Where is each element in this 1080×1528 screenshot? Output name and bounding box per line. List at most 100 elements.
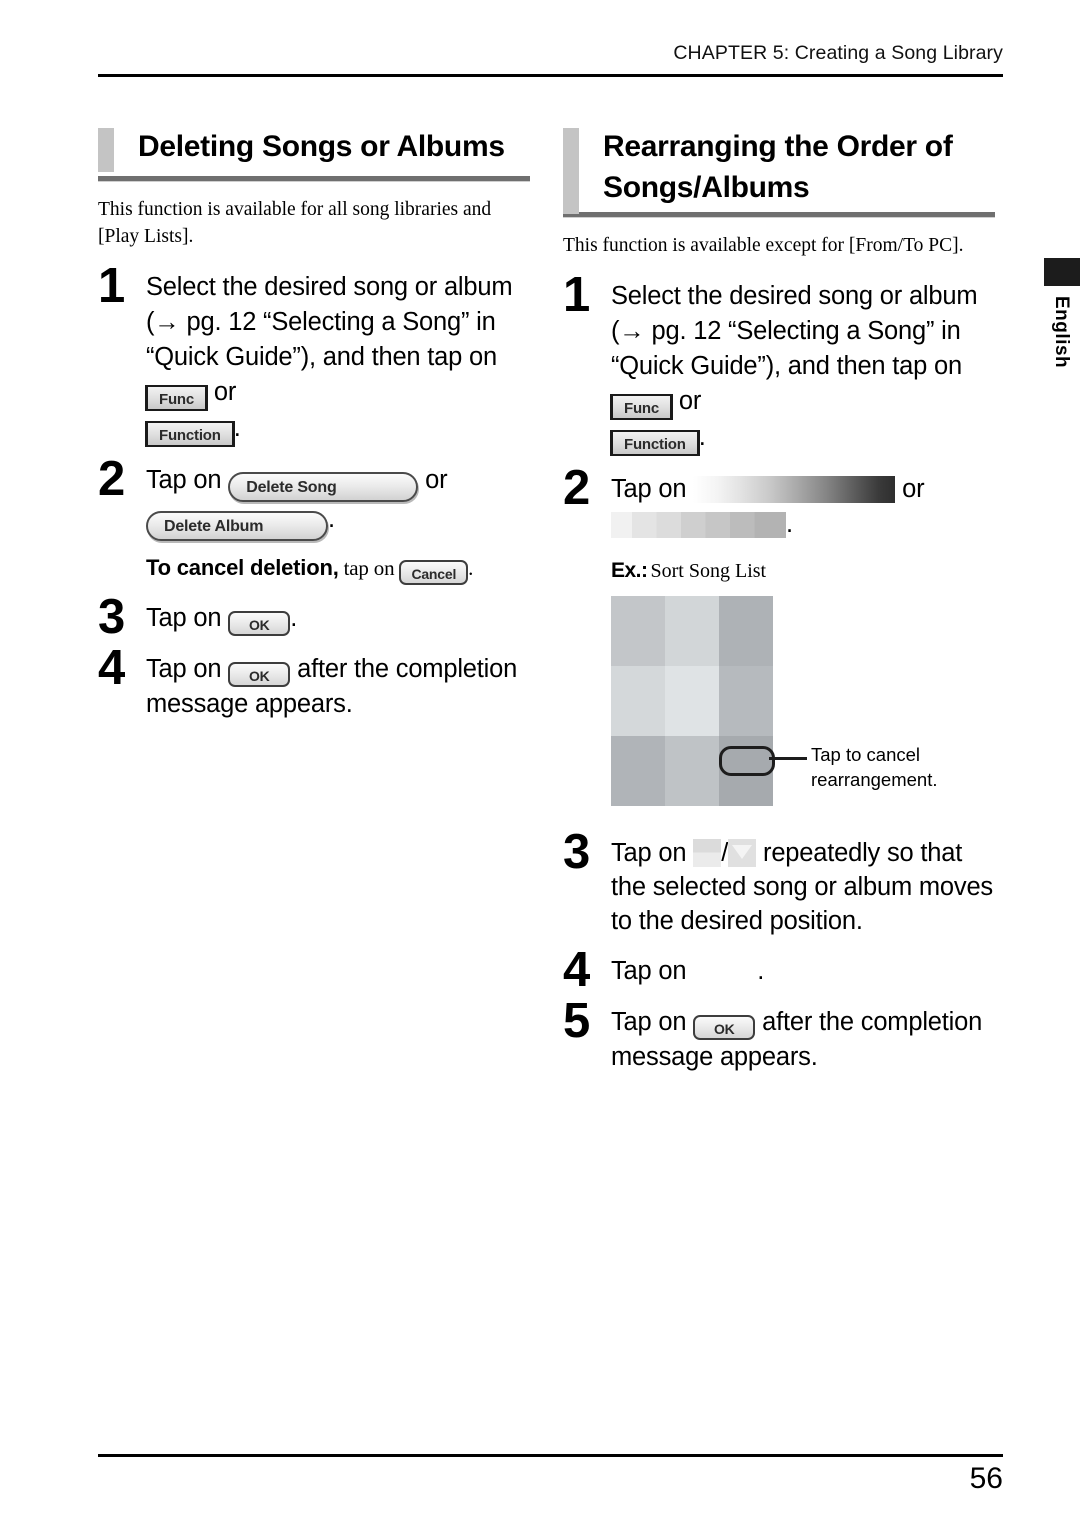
note-text-after: . — [468, 555, 474, 580]
callout-line-1: Tap to cancel — [811, 743, 921, 765]
step-number: 4 — [563, 942, 591, 997]
step-body: Tap on OK after the completion message a… — [146, 652, 530, 721]
missing-button-graphic[interactable] — [693, 959, 757, 983]
step-body: Select the desired song or album (→ pg. … — [609, 279, 995, 456]
cancel-deletion-note: To cancel deletion, tap on Cancel. — [146, 553, 530, 585]
step-text-middle: or — [895, 474, 925, 503]
left-column: Deleting Songs or Albums This function i… — [98, 126, 530, 737]
screenshot-cell — [665, 665, 719, 736]
step-text-after: . — [233, 413, 241, 442]
right-column: Rearranging the Order of Songs/Albums Thi… — [563, 126, 995, 1090]
left-steps-list: 1 Select the desired song or album (→ pg… — [98, 261, 530, 721]
step-text: Tap on — [611, 956, 694, 985]
right-heading-line-2: Songs/Albums — [603, 171, 810, 204]
note-bold-text: To cancel deletion, — [146, 554, 339, 580]
cancel-button[interactable]: Cancel — [399, 559, 469, 585]
step-number: 2 — [98, 451, 126, 506]
step-text: Tap on — [611, 838, 694, 867]
step-body: Tap on . — [611, 954, 995, 989]
page-number: 56 — [969, 1462, 1003, 1495]
callout-leader-line — [769, 756, 807, 760]
step-text: Tap on — [611, 474, 694, 503]
left-heading-text: Deleting Songs or Albums — [138, 130, 505, 163]
step-body: Tap on Delete Song or Delete Album. To c… — [146, 463, 530, 585]
move-up-icon[interactable] — [693, 838, 722, 867]
cancel-rearrangement-callout-box[interactable] — [719, 745, 775, 776]
function-button[interactable]: Function — [610, 429, 700, 456]
right-heading-line-1: Rearranging the Order of — [603, 130, 953, 163]
left-step-4: 4 Tap on OK after the completion message… — [98, 643, 530, 721]
right-heading-rule — [563, 212, 995, 218]
left-step-3: 3 Tap on OK. — [98, 592, 530, 641]
step-text: Select the desired song or album (→ pg. … — [611, 281, 978, 380]
header-rule — [98, 74, 1003, 77]
delete-song-button[interactable]: Delete Song — [228, 471, 419, 502]
step-text-after: . — [290, 603, 298, 632]
left-step-1: 1 Select the desired song or album (→ pg… — [98, 261, 530, 447]
heading-accent-bar — [98, 128, 114, 172]
right-step-4: 4 Tap on . — [563, 945, 995, 994]
left-step-2: 2 Tap on Delete Song or Delete Album. To… — [98, 454, 530, 585]
step-text: Tap on — [146, 603, 229, 632]
right-section-heading: Rearranging the Order of Songs/Albums — [563, 126, 995, 214]
left-section-heading: Deleting Songs or Albums — [98, 126, 530, 172]
step-body: Tap on / repeatedly so that the selected… — [611, 836, 995, 938]
right-step-2: 2 Tap on or . — [563, 463, 995, 542]
function-button[interactable]: Function — [145, 420, 235, 447]
step-body: Select the desired song or album (→ pg. … — [144, 270, 530, 447]
left-heading-rule — [98, 176, 530, 182]
running-head: CHAPTER 5: Creating a Song Library — [673, 42, 1003, 64]
step-text-middle: or — [672, 386, 702, 415]
func-button[interactable]: Func — [609, 393, 674, 420]
right-step-5: 5 Tap on OK after the completion message… — [563, 996, 995, 1074]
right-step-3: 3 Tap on / repeatedly so that the select… — [563, 827, 995, 938]
step-text-after: . — [786, 509, 793, 538]
right-steps-list: 1 Select the desired song or album (→ pg… — [563, 270, 995, 542]
step-text: Select the desired song or album (→ pg. … — [146, 272, 513, 371]
screenshot-cell — [665, 735, 719, 806]
step-text-after: . — [757, 956, 765, 985]
language-tab-label: English — [1051, 296, 1072, 369]
callout-line-2: rearrangement. — [811, 768, 938, 790]
step-number: 4 — [98, 640, 126, 695]
ok-button[interactable]: OK — [693, 1014, 756, 1040]
sort-song-list-button-graphic[interactable] — [693, 475, 896, 503]
screenshot-cell — [719, 595, 773, 666]
step-text-after: . — [698, 422, 706, 451]
step-text-middle: or — [207, 377, 237, 406]
step-text-middle: or — [418, 465, 448, 494]
step-number: 2 — [563, 460, 591, 515]
screenshot-cell — [611, 595, 665, 666]
step-body: Tap on or . — [611, 472, 995, 542]
screenshot-cell — [611, 665, 665, 736]
right-heading-text: Rearranging the Order of Songs/Albums — [603, 126, 995, 208]
move-down-icon[interactable] — [728, 838, 757, 867]
example-caption-text: Sort Song List — [650, 559, 767, 582]
ok-button[interactable]: OK — [228, 610, 291, 636]
language-tab-marker — [1044, 258, 1080, 286]
example-label: Ex.: — [611, 558, 648, 582]
delete-album-button[interactable]: Delete Album — [146, 510, 328, 541]
footer-rule — [98, 1454, 1003, 1457]
step-text-after: . — [328, 504, 335, 533]
heading-accent-bar — [563, 128, 579, 214]
screenshot-cell — [719, 665, 773, 736]
func-button[interactable]: Func — [144, 384, 209, 411]
step-number: 3 — [563, 824, 591, 879]
example-figure: Tap to cancel rearrangement. — [611, 595, 993, 806]
ok-button[interactable]: OK — [228, 661, 291, 687]
step-text-middle: / — [721, 838, 729, 867]
step-number: 1 — [98, 258, 126, 313]
example-caption: Ex.: Sort Song List — [563, 558, 995, 584]
callout-label: Tap to cancel rearrangement. — [811, 742, 991, 792]
step-number: 5 — [563, 993, 591, 1048]
note-text: tap on — [338, 555, 400, 580]
sort-album-list-button-graphic[interactable] — [611, 511, 786, 538]
step-body: Tap on OK. — [146, 601, 530, 636]
step-number: 3 — [98, 589, 126, 644]
right-intro-text: This function is available except for [F… — [563, 235, 964, 256]
step-text: Tap on — [146, 465, 229, 494]
right-steps-list-continued: 3 Tap on / repeatedly so that the select… — [563, 827, 995, 1074]
screenshot-cell — [665, 595, 719, 666]
step-text: Tap on — [611, 1007, 694, 1036]
